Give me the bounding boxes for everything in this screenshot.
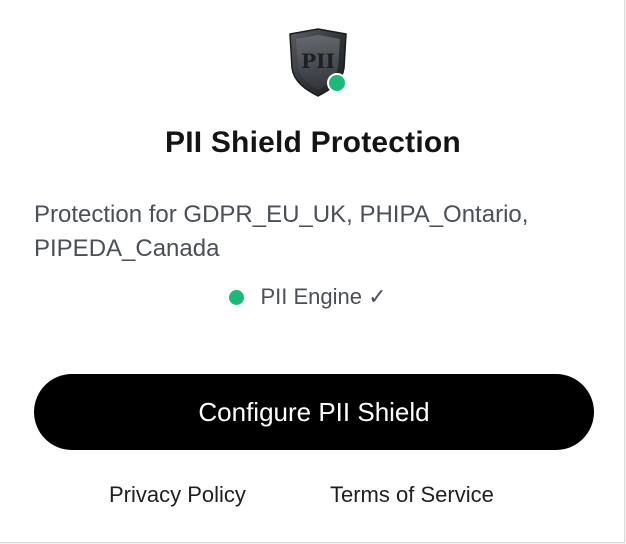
logo-status-dot — [327, 73, 347, 93]
shield-logo-text: PII — [301, 49, 335, 73]
protection-description: Protection for GDPR_EU_UK, PHIPA_Ontario… — [34, 201, 529, 262]
pii-shield-panel: PII PII Shield Protection Protection for… — [0, 0, 625, 543]
engine-status-dot — [229, 289, 245, 305]
engine-status: PII Engine ✓ — [0, 284, 626, 310]
configure-button[interactable]: Configure PII Shield — [34, 374, 594, 450]
page-title: PII Shield Protection — [165, 126, 461, 159]
engine-status-label: PII Engine ✓ — [260, 284, 387, 309]
privacy-policy-link[interactable]: Privacy Policy — [109, 482, 246, 508]
terms-of-service-link[interactable]: Terms of Service — [330, 482, 494, 508]
